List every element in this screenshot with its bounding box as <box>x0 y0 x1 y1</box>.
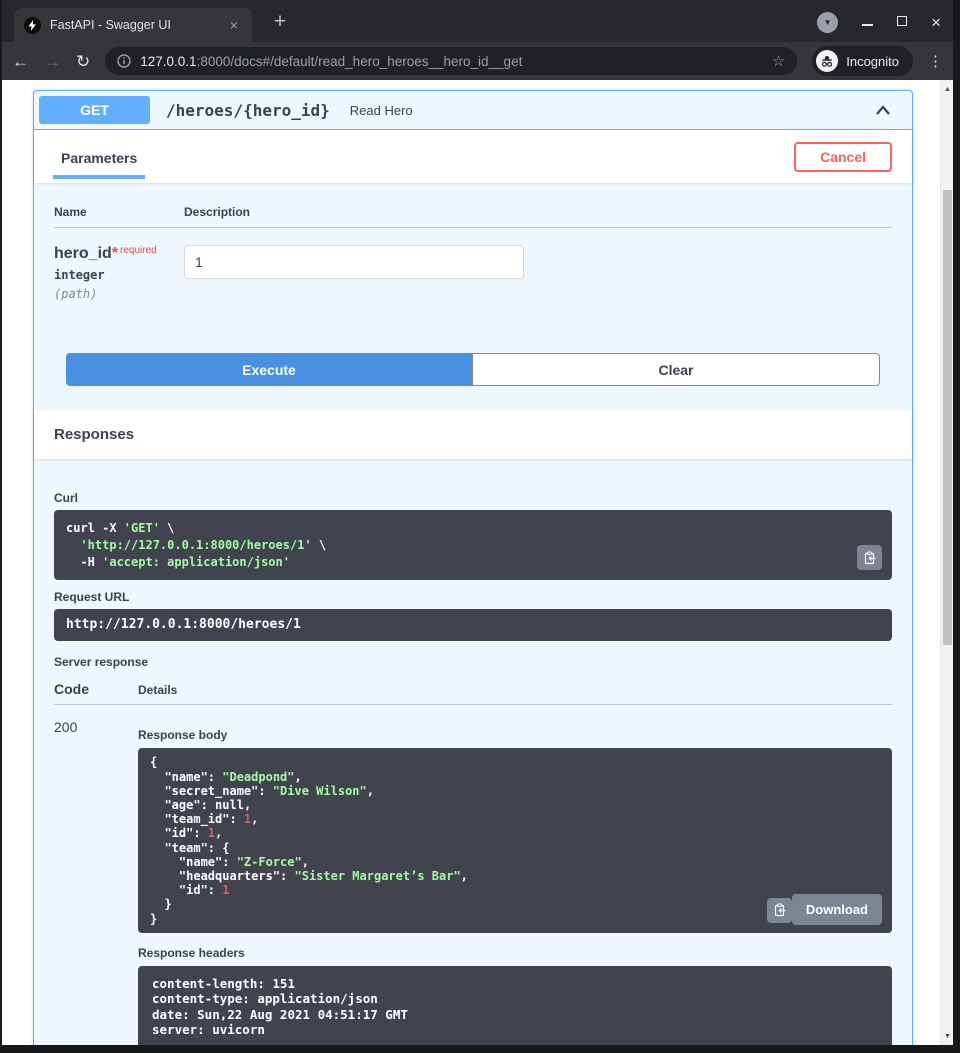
hero-id-input[interactable] <box>184 245 524 279</box>
column-name: Name <box>54 205 184 219</box>
parameter-type: integer <box>54 268 184 282</box>
minimize-button[interactable] <box>862 13 873 31</box>
response-details: Response body { "name": "Deadpond", "sec… <box>138 719 892 1045</box>
browser-window: FastAPI - Swagger UI × + ▼ × ← → ↻ 127.0… <box>0 0 960 1053</box>
parameters-table-head: Name Description <box>54 205 892 228</box>
reload-button[interactable]: ↻ <box>76 53 90 70</box>
cancel-button[interactable]: Cancel <box>794 142 892 172</box>
column-description: Description <box>184 205 250 219</box>
endpoint-path: /heroes/{hero_id} <box>150 101 340 120</box>
response-table-head: Code Details <box>54 681 892 705</box>
responses-title: Responses <box>54 426 134 443</box>
tab-title: FastAPI - Swagger UI <box>50 18 217 32</box>
response-body-label: Response body <box>138 728 892 742</box>
column-code: Code <box>54 681 138 697</box>
execute-button[interactable]: Execute <box>66 353 472 386</box>
response-row: 200 Response body { "name": "Deadpond", … <box>54 705 892 1045</box>
incognito-label: Incognito <box>846 54 899 69</box>
request-url-label: Request URL <box>54 590 892 604</box>
parameter-meta: hero_id*required integer (path) <box>54 245 184 301</box>
incognito-badge: Incognito <box>812 46 913 76</box>
url-text[interactable]: 127.0.0.1:8000/docs#/default/read_hero_h… <box>140 54 763 69</box>
clear-button[interactable]: Clear <box>472 353 880 386</box>
forward-button[interactable]: → <box>44 53 61 70</box>
copy-response-button[interactable] <box>767 898 792 923</box>
method-badge: GET <box>39 96 150 124</box>
minimize-icon <box>862 24 873 26</box>
column-details: Details <box>138 683 177 697</box>
request-url-value: http://127.0.0.1:8000/heroes/1 <box>66 616 880 634</box>
download-button[interactable]: Download <box>792 894 882 925</box>
required-label: required <box>118 245 157 256</box>
request-url-block: http://127.0.0.1:8000/heroes/1 <box>54 609 892 641</box>
scrollbar-up-icon[interactable]: ▲ <box>941 82 953 96</box>
browser-toolbar: ← → ↻ 127.0.0.1:8000/docs#/default/read_… <box>2 42 953 80</box>
fastapi-favicon-icon <box>24 17 41 34</box>
parameter-location: (path) <box>54 287 184 301</box>
parameter-value-cell <box>184 245 524 301</box>
response-headers-block: content-length: 151content-type: applica… <box>138 966 892 1045</box>
opblock-get: GET /heroes/{hero_id} Read Hero Paramete… <box>33 90 913 1045</box>
curl-block: curl -X 'GET' \ 'http://127.0.0.1:8000/h… <box>54 510 892 580</box>
close-window-button[interactable]: × <box>931 14 941 31</box>
endpoint-summary: Read Hero <box>340 103 413 118</box>
incognito-icon <box>816 50 838 72</box>
parameter-row: hero_id*required integer (path) <box>54 228 892 301</box>
site-info-icon[interactable] <box>117 54 131 68</box>
browser-menu-icon[interactable]: ⋮ <box>928 52 943 70</box>
opblock-summary[interactable]: GET /heroes/{hero_id} Read Hero <box>34 91 912 130</box>
tab-close-icon[interactable]: × <box>226 16 242 34</box>
page-content: GET /heroes/{hero_id} Read Hero Paramete… <box>2 80 953 1045</box>
swagger-ui: GET /heroes/{hero_id} Read Hero Paramete… <box>33 90 913 1045</box>
curl-label: Curl <box>54 491 892 505</box>
tab-strip: FastAPI - Swagger UI × + ▼ × <box>2 0 953 42</box>
parameter-name: hero_id <box>54 245 112 262</box>
bookmark-star-icon[interactable]: ☆ <box>772 52 785 70</box>
response-headers-label: Response headers <box>138 946 892 960</box>
new-tab-button[interactable]: + <box>266 8 294 36</box>
parameters-section: Name Description hero_id*required intege… <box>34 183 912 410</box>
server-response-label: Server response <box>54 655 892 669</box>
parameters-header: Parameters Cancel <box>34 130 912 183</box>
tab-search-icon[interactable]: ▼ <box>817 12 838 33</box>
execute-row: Execute Clear <box>66 353 880 386</box>
page-scrollbar[interactable]: ▲ ▼ <box>940 80 953 1045</box>
address-bar[interactable]: 127.0.0.1:8000/docs#/default/read_hero_h… <box>105 47 797 75</box>
responses-header: Responses <box>34 410 912 459</box>
maximize-icon <box>897 16 907 26</box>
collapse-chevron-icon[interactable] <box>873 101 907 119</box>
back-button[interactable]: ← <box>12 53 29 70</box>
maximize-button[interactable] <box>897 13 907 31</box>
response-body-block: { "name": "Deadpond", "secret_name": "Di… <box>138 748 892 932</box>
copy-curl-button[interactable] <box>857 545 882 570</box>
browser-tab[interactable]: FastAPI - Swagger UI × <box>14 8 252 42</box>
status-code: 200 <box>54 719 138 1045</box>
scrollbar-thumb[interactable] <box>943 190 952 645</box>
tab-parameters[interactable]: Parameters <box>53 135 145 179</box>
scrollbar-down-icon[interactable]: ▼ <box>941 1029 953 1043</box>
responses-section: Curl curl -X 'GET' \ 'http://127.0.0.1:8… <box>34 459 912 1045</box>
